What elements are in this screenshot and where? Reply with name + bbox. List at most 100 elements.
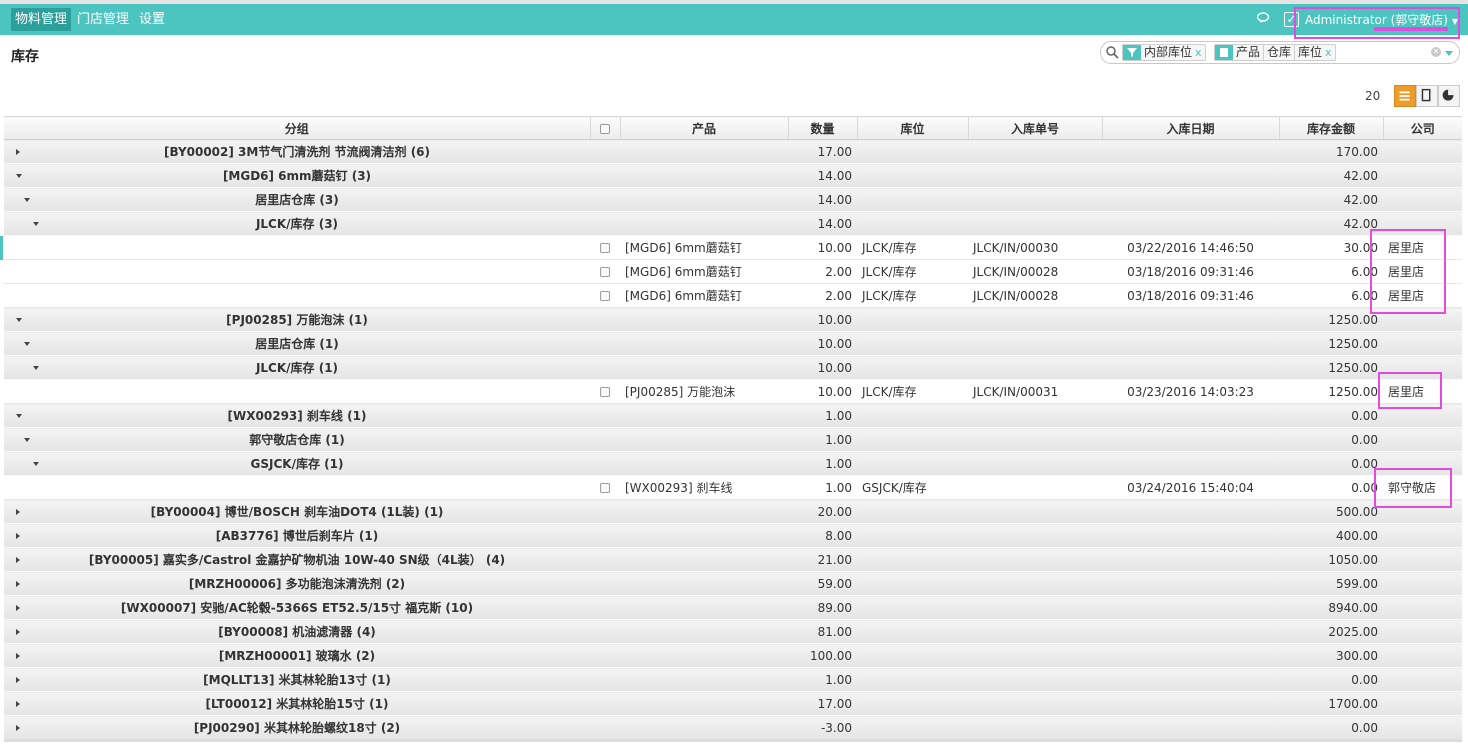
remove-facet-icon[interactable]: x xyxy=(1195,46,1205,59)
group-name[interactable]: [WX00007] 安驰/AC轮毂-5366S ET52.5/15寸 福克斯 (… xyxy=(4,595,590,620)
group-row[interactable]: [MRZH00001] 玻璃水 (2) 100.00 300.00 xyxy=(4,643,1462,668)
group-name[interactable]: [PJ00290] 米其林轮胎螺纹18寸 (2) xyxy=(4,715,590,740)
checkbox-toggle-icon[interactable]: ✓ xyxy=(1284,12,1299,27)
search-options-icon[interactable] xyxy=(1445,51,1453,56)
table-row[interactable]: [PJ00285] 万能泡沫 10.00 JLCK/库存 JLCK/IN/00031 0… xyxy=(4,379,1462,404)
menu-settings[interactable]: 设置 xyxy=(135,8,169,31)
caret-down-icon[interactable] xyxy=(33,366,39,370)
col-group[interactable]: 分组 xyxy=(4,116,590,140)
search-bar[interactable]: 内部库位 x 产品 仓库 库位 x ✕ xyxy=(1100,41,1460,64)
group-row[interactable]: [BY00004] 博世/BOSCH 刹车油DOT4 (1L装) (1) 20.0… xyxy=(4,499,1462,524)
filter-facet[interactable]: 内部库位 x xyxy=(1122,44,1206,61)
table-row[interactable]: [MGD6] 6mm蘑菇钉 2.00 JLCK/库存 JLCK/IN/00028 03/… xyxy=(4,259,1462,284)
caret-right-icon[interactable] xyxy=(16,629,20,635)
cell-company: 居里店 xyxy=(1383,259,1462,284)
group-row[interactable]: 居里店仓库 (3) 14.00 42.00 xyxy=(4,187,1462,212)
col-location[interactable]: 库位 xyxy=(856,116,968,140)
group-name[interactable]: 居里店仓库 (3) xyxy=(4,187,590,212)
group-qty: 59.00 xyxy=(788,571,857,596)
chat-icon[interactable] xyxy=(1257,12,1271,24)
group-row[interactable]: [PJ00290] 米其林轮胎螺纹18寸 (2) -3.00 0.00 xyxy=(4,715,1462,740)
group-name[interactable]: [AB3776] 博世后刹车片 (1) xyxy=(4,523,590,548)
graph-view-button[interactable] xyxy=(1438,85,1460,107)
col-receipt-date[interactable]: 入库日期 xyxy=(1101,116,1279,140)
group-row[interactable]: [WX00007] 安驰/AC轮毂-5366S ET52.5/15寸 福克斯 (… xyxy=(4,595,1462,620)
menu-store-management[interactable]: 门店管理 xyxy=(73,8,133,31)
group-row[interactable]: [WX00293] 刹车线 (1) 1.00 0.00 xyxy=(4,403,1462,428)
group-row[interactable]: GSJCK/库存 (1) 1.00 0.00 xyxy=(4,451,1462,476)
list-view-button[interactable] xyxy=(1394,85,1416,107)
caret-right-icon[interactable] xyxy=(16,725,20,731)
row-checkbox[interactable] xyxy=(590,259,620,284)
group-name[interactable]: JLCK/库存 (1) xyxy=(4,355,590,380)
clear-search-icon[interactable]: ✕ xyxy=(1431,47,1441,57)
row-checkbox[interactable] xyxy=(590,475,620,500)
group-name[interactable]: 郭守敬店仓库 (1) xyxy=(4,427,590,452)
user-menu[interactable]: Administrator (郭守敬店) ▼ xyxy=(1305,11,1458,28)
group-name[interactable]: [WX00293] 刹车线 (1) xyxy=(4,403,590,428)
group-name[interactable]: [LT00012] 米其林轮胎15寸 (1) xyxy=(4,691,590,716)
caret-right-icon[interactable] xyxy=(16,557,20,563)
table-row[interactable]: [MGD6] 6mm蘑菇钉 10.00 JLCK/库存 JLCK/IN/00030 03… xyxy=(4,235,1462,260)
pager-count[interactable]: 20 xyxy=(1365,89,1380,103)
group-row[interactable]: [MQLLT13] 米其林轮胎13寸 (1) 1.00 0.00 xyxy=(4,667,1462,692)
group-name[interactable]: GSJCK/库存 (1) xyxy=(4,451,590,476)
group-name[interactable]: [MGD6] 6mm蘑菇钉 (3) xyxy=(4,163,590,188)
caret-down-icon[interactable] xyxy=(33,462,39,466)
row-checkbox[interactable] xyxy=(590,235,620,260)
form-view-button[interactable] xyxy=(1416,85,1438,107)
group-name[interactable]: [PJ00285] 万能泡沫 (1) xyxy=(4,307,590,332)
col-quantity[interactable]: 数量 xyxy=(787,116,857,140)
row-focus-marker xyxy=(0,236,3,260)
group-row[interactable]: [BY00008] 机油滤清器 (4) 81.00 2025.00 xyxy=(4,619,1462,644)
row-checkbox[interactable] xyxy=(590,283,620,308)
col-product[interactable]: 产品 xyxy=(619,116,788,140)
caret-down-icon[interactable] xyxy=(24,342,30,346)
col-company[interactable]: 公司 xyxy=(1382,116,1462,140)
col-stock-amount[interactable]: 库存金额 xyxy=(1278,116,1383,140)
group-row[interactable]: [AB3776] 博世后刹车片 (1) 8.00 400.00 xyxy=(4,523,1462,548)
group-row[interactable]: [MRZH00006] 多功能泡沫清洗剂 (2) 59.00 599.00 xyxy=(4,571,1462,596)
group-row[interactable]: [MGD6] 6mm蘑菇钉 (3) 14.00 42.00 xyxy=(4,163,1462,188)
caret-right-icon[interactable] xyxy=(16,581,20,587)
group-name[interactable]: JLCK/库存 (3) xyxy=(4,211,590,236)
group-row[interactable]: JLCK/库存 (3) 14.00 42.00 xyxy=(4,211,1462,236)
group-row[interactable]: 郭守敬店仓库 (1) 1.00 0.00 xyxy=(4,427,1462,452)
col-receipt-number[interactable]: 入库单号 xyxy=(967,116,1102,140)
group-name[interactable]: 居里店仓库 (1) xyxy=(4,331,590,356)
group-name[interactable]: [BY00002] 3M节气门清洗剂 节流阀清洁剂 (6) xyxy=(4,139,590,164)
caret-down-icon[interactable] xyxy=(24,198,30,202)
table-row[interactable]: [WX00293] 刹车线 1.00 GSJCK/库存 03/24/2016 15:4… xyxy=(4,475,1462,500)
caret-down-icon[interactable] xyxy=(16,318,22,322)
row-checkbox[interactable] xyxy=(590,379,620,404)
caret-right-icon[interactable] xyxy=(16,149,20,155)
group-row[interactable]: 居里店仓库 (1) 10.00 1250.00 xyxy=(4,331,1462,356)
caret-down-icon[interactable] xyxy=(16,414,22,418)
group-row[interactable]: [BY00005] 嘉实多/Castrol 金嘉护矿物机油 10W-40 SN级… xyxy=(4,547,1462,572)
groupby-facet[interactable]: 产品 仓库 库位 x xyxy=(1214,44,1336,61)
group-name[interactable]: [BY00004] 博世/BOSCH 刹车油DOT4 (1L装) (1) xyxy=(4,499,590,524)
caret-right-icon[interactable] xyxy=(16,653,20,659)
caret-right-icon[interactable] xyxy=(16,509,20,515)
group-name[interactable]: [MQLLT13] 米其林轮胎13寸 (1) xyxy=(4,667,590,692)
caret-down-icon[interactable] xyxy=(33,222,39,226)
caret-right-icon[interactable] xyxy=(16,533,20,539)
group-name[interactable]: [BY00005] 嘉实多/Castrol 金嘉护矿物机油 10W-40 SN级… xyxy=(4,547,590,572)
group-row[interactable]: JLCK/库存 (1) 10.00 1250.00 xyxy=(4,355,1462,380)
group-label: GSJCK/库存 (1) xyxy=(250,457,344,471)
remove-facet-icon[interactable]: x xyxy=(1325,46,1335,59)
group-name[interactable]: [BY00008] 机油滤清器 (4) xyxy=(4,619,590,644)
group-row[interactable]: [BY00002] 3M节气门清洗剂 节流阀清洁剂 (6) 17.00 170.00 xyxy=(4,139,1462,164)
group-name[interactable]: [MRZH00006] 多功能泡沫清洗剂 (2) xyxy=(4,571,590,596)
caret-down-icon[interactable] xyxy=(16,174,22,178)
group-row[interactable]: [LT00012] 米其林轮胎15寸 (1) 17.00 1700.00 xyxy=(4,691,1462,716)
caret-down-icon[interactable] xyxy=(24,438,30,442)
caret-right-icon[interactable] xyxy=(16,677,20,683)
caret-right-icon[interactable] xyxy=(16,605,20,611)
select-all-checkbox[interactable] xyxy=(589,116,620,140)
menu-material-management[interactable]: 物料管理 xyxy=(11,8,72,31)
caret-right-icon[interactable] xyxy=(16,701,20,707)
table-row[interactable]: [MGD6] 6mm蘑菇钉 2.00 JLCK/库存 JLCK/IN/00028 03/… xyxy=(4,283,1462,308)
group-name[interactable]: [MRZH00001] 玻璃水 (2) xyxy=(4,643,590,668)
group-row[interactable]: [PJ00285] 万能泡沫 (1) 10.00 1250.00 xyxy=(4,307,1462,332)
